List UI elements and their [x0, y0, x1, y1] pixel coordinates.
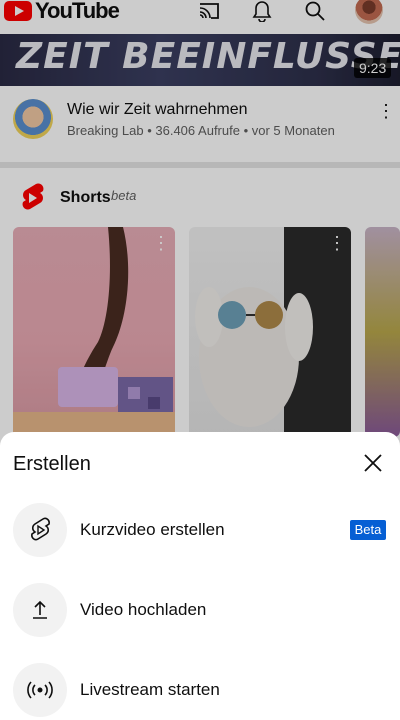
upload-icon	[13, 583, 67, 637]
option-label: Livestream starten	[80, 680, 220, 699]
shorts-create-icon	[13, 503, 67, 557]
sheet-title: Erstellen	[13, 453, 91, 475]
create-short-option[interactable]: Kurzvideo erstellen	[0, 500, 400, 560]
go-live-option[interactable]: Livestream starten	[0, 660, 400, 720]
beta-badge: Beta	[350, 520, 386, 540]
upload-video-option[interactable]: Video hochladen	[0, 580, 400, 640]
live-broadcast-icon	[13, 663, 67, 717]
close-icon[interactable]	[358, 448, 388, 478]
option-label: Video hochladen	[80, 600, 207, 619]
option-label: Kurzvideo erstellen	[80, 520, 225, 539]
